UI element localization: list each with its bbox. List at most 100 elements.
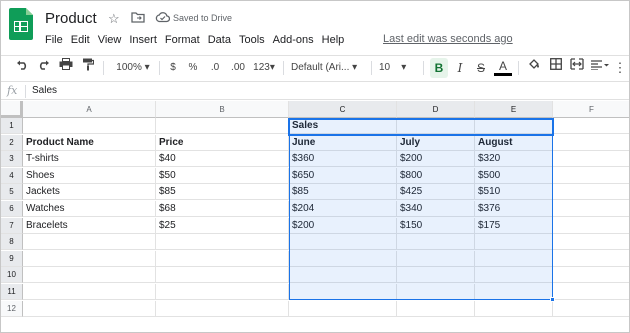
cell-f8[interactable]	[553, 234, 629, 251]
cell-f6[interactable]	[553, 201, 629, 217]
column-header-f[interactable]: F	[553, 101, 629, 118]
italic-button[interactable]: I	[452, 58, 468, 78]
more-formats-select[interactable]: 123▾	[251, 58, 277, 78]
menu-insert[interactable]: Insert	[129, 32, 161, 48]
cell-a6[interactable]: Watches	[23, 201, 156, 217]
redo-icon[interactable]	[35, 58, 53, 78]
cell-f2[interactable]	[553, 135, 629, 151]
cell-f12[interactable]	[553, 301, 629, 317]
cell-e1[interactable]	[475, 118, 553, 134]
cell-a7[interactable]: Bracelets	[23, 217, 156, 234]
row-header-9[interactable]: 9	[1, 250, 23, 267]
menu-edit[interactable]: Edit	[71, 32, 94, 48]
row-header-3[interactable]: 3	[1, 151, 23, 168]
menu-data[interactable]: Data	[208, 32, 235, 48]
move-to-folder-icon[interactable]	[131, 11, 145, 27]
document-title[interactable]: Product	[45, 10, 97, 27]
cell-d8[interactable]	[397, 234, 475, 251]
cell-f3[interactable]	[553, 151, 629, 168]
cell-e4[interactable]: $500	[475, 167, 553, 184]
cell-c7[interactable]: $200	[289, 217, 397, 234]
cell-b6[interactable]: $68	[156, 201, 289, 217]
cell-a9[interactable]	[23, 250, 156, 267]
cell-d3[interactable]: $200	[397, 151, 475, 168]
cell-c8[interactable]	[289, 234, 397, 251]
cell-e2[interactable]: August	[475, 134, 553, 151]
cell-e11[interactable]	[475, 284, 553, 300]
column-header-b[interactable]: B	[156, 101, 289, 118]
cell-a12[interactable]	[23, 300, 156, 317]
row-header-12[interactable]: 12	[1, 300, 23, 317]
cell-c3[interactable]: $360	[289, 151, 397, 168]
zoom-select[interactable]: 100% ▾	[111, 58, 155, 78]
cell-d9[interactable]	[397, 250, 475, 267]
currency-format-button[interactable]: $	[165, 58, 181, 78]
merge-cells-icon[interactable]	[568, 58, 586, 78]
row-header-10[interactable]: 10	[1, 267, 23, 284]
cell-d5[interactable]: $425	[397, 184, 475, 201]
cell-c11[interactable]	[289, 284, 397, 300]
cell-b7[interactable]: $25	[156, 217, 289, 234]
cloud-saved-icon[interactable]	[155, 11, 171, 27]
cell-c10[interactable]	[289, 267, 397, 284]
cell-f4[interactable]	[553, 168, 629, 184]
cell-e10[interactable]	[475, 267, 553, 284]
row-header-2[interactable]: 2	[1, 134, 23, 151]
cell-f9[interactable]	[553, 251, 629, 267]
horizontal-align-icon[interactable]	[589, 58, 611, 78]
cell-d6[interactable]: $340	[397, 201, 475, 217]
cell-b2[interactable]: Price	[156, 134, 289, 151]
cell-c5[interactable]: $85	[289, 184, 397, 201]
cell-e6[interactable]: $376	[475, 201, 553, 217]
star-icon[interactable]: ☆	[108, 11, 120, 27]
undo-icon[interactable]	[13, 58, 31, 78]
row-header-11[interactable]: 11	[1, 284, 23, 300]
cell-c9[interactable]	[289, 250, 397, 267]
cell-d4[interactable]: $800	[397, 167, 475, 184]
bold-button[interactable]: B	[430, 58, 448, 78]
cell-e8[interactable]	[475, 234, 553, 251]
text-color-button[interactable]: A	[494, 58, 512, 76]
percent-format-button[interactable]: %	[185, 58, 201, 78]
font-family-select[interactable]: Default (Ari... ▾	[291, 58, 367, 78]
cell-e5[interactable]: $510	[475, 184, 553, 201]
strikethrough-button[interactable]: S	[473, 58, 489, 78]
last-edit-link[interactable]: Last edit was seconds ago	[383, 33, 513, 45]
fill-handle[interactable]	[550, 297, 555, 302]
cell-d2[interactable]: July	[397, 134, 475, 151]
cell-b4[interactable]: $50	[156, 167, 289, 184]
cell-e7[interactable]: $175	[475, 217, 553, 234]
paint-format-icon[interactable]	[79, 58, 97, 78]
cell-d10[interactable]	[397, 267, 475, 284]
cell-b11[interactable]	[156, 284, 289, 300]
cell-a10[interactable]	[23, 267, 156, 284]
cell-a3[interactable]: T-shirts	[23, 151, 156, 168]
cell-a5[interactable]: Jackets	[23, 184, 156, 201]
cell-b9[interactable]	[156, 250, 289, 267]
column-header-c[interactable]: C	[289, 101, 397, 118]
cell-a4[interactable]: Shoes	[23, 167, 156, 184]
cell-a1[interactable]	[23, 118, 156, 134]
cell-f7[interactable]	[553, 218, 629, 234]
row-header-1[interactable]: 1	[1, 118, 23, 134]
row-header-7[interactable]: 7	[1, 217, 23, 234]
cell-c4[interactable]: $650	[289, 167, 397, 184]
cell-f10[interactable]	[553, 267, 629, 284]
borders-icon[interactable]	[547, 58, 565, 78]
formula-input[interactable]: Sales	[32, 85, 57, 96]
cell-b10[interactable]	[156, 267, 289, 284]
cell-f11[interactable]	[553, 284, 629, 300]
cell-d12[interactable]	[397, 300, 475, 317]
cell-e3[interactable]: $320	[475, 151, 553, 168]
column-header-e[interactable]: E	[475, 101, 553, 118]
select-all-corner[interactable]	[1, 101, 23, 118]
cell-a11[interactable]	[23, 284, 156, 300]
menu-help[interactable]: Help	[322, 32, 349, 48]
fill-color-icon[interactable]	[525, 58, 543, 78]
column-header-a[interactable]: A	[23, 101, 156, 118]
row-header-8[interactable]: 8	[1, 234, 23, 251]
cell-b3[interactable]: $40	[156, 151, 289, 168]
cell-b5[interactable]: $85	[156, 184, 289, 201]
cell-b8[interactable]	[156, 234, 289, 251]
column-header-d[interactable]: D	[397, 101, 475, 118]
